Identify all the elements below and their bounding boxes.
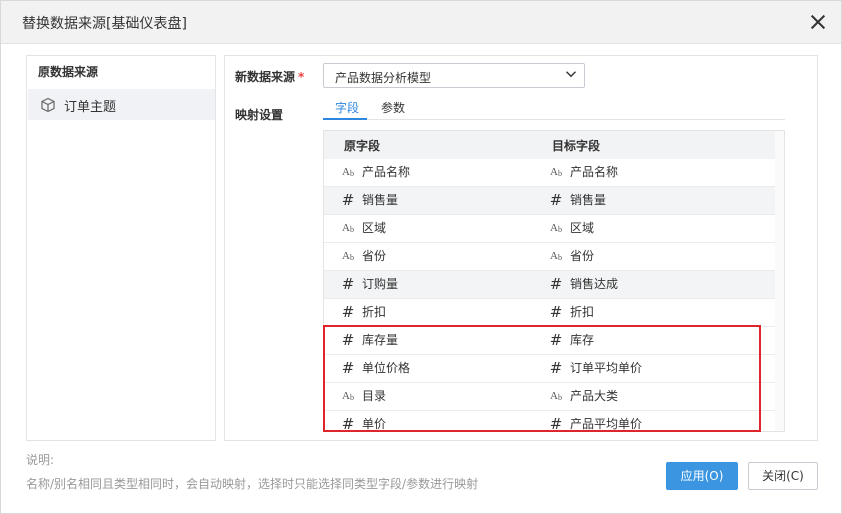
source-field-name: 单位价格 — [362, 361, 411, 375]
replace-datasource-dialog: 替换数据来源[基础仪表盘] 原数据来源 订单主题 新数据来源 * 产品数据分析模型… — [0, 0, 842, 514]
number-type-icon: # — [549, 331, 563, 349]
close-icon[interactable] — [809, 13, 827, 31]
text-type-icon: Ab — [342, 222, 354, 234]
source-field-name: 库存量 — [362, 333, 399, 347]
close-button[interactable]: 关闭(C) — [748, 462, 818, 490]
dialog-titlebar: 替换数据来源[基础仪表盘] — [1, 1, 841, 44]
number-type-icon: # — [549, 303, 563, 321]
source-field-name: 产品名称 — [362, 165, 411, 179]
target-field-name: 区域 — [570, 221, 595, 235]
new-datasource-select[interactable]: 产品数据分析模型 — [323, 63, 585, 88]
active-tab-underline — [323, 118, 367, 120]
source-field-name: 折扣 — [362, 305, 387, 319]
field-mapping-table: 原字段 目标字段 Ab 产品名称 Ab 产品名称 # 销售量 # 销售量 Ab 区域 Ab 区域 Ab 省… — [323, 130, 785, 432]
source-field-name: 目录 — [362, 389, 387, 403]
table-body: Ab 产品名称 Ab 产品名称 # 销售量 # 销售量 Ab 区域 Ab 区域 Ab 省份 Ab 省份 # 订购量… — [324, 159, 776, 432]
table-row[interactable]: Ab 区域 Ab 区域 — [324, 215, 776, 243]
column-target-field: 目标字段 — [552, 139, 601, 153]
tab-parameters[interactable]: 参数 — [381, 99, 405, 116]
target-field-name: 库存 — [570, 333, 595, 347]
column-source-field: 原字段 — [344, 139, 381, 153]
text-type-icon: Ab — [550, 390, 562, 402]
number-type-icon: # — [549, 191, 563, 209]
number-type-icon: # — [549, 415, 563, 432]
cube-icon — [41, 97, 55, 113]
number-type-icon: # — [549, 275, 563, 293]
tab-fields[interactable]: 字段 — [335, 99, 359, 116]
text-type-icon: Ab — [342, 390, 354, 402]
number-type-icon: # — [341, 275, 355, 293]
table-row[interactable]: # 单价 # 产品平均单价 — [324, 411, 776, 432]
original-datasource-panel: 原数据来源 订单主题 — [26, 55, 216, 441]
chevron-down-icon — [566, 71, 576, 78]
number-type-icon: # — [341, 303, 355, 321]
new-datasource-label: 新数据来源 * — [235, 70, 305, 84]
source-field-name: 销售量 — [362, 193, 399, 207]
target-field-name: 产品名称 — [570, 165, 619, 179]
target-field-name: 产品平均单价 — [570, 417, 643, 431]
original-datasource-label: 订单主题 — [64, 100, 117, 115]
source-field-name: 区域 — [362, 221, 387, 235]
table-row[interactable]: Ab 省份 Ab 省份 — [324, 243, 776, 271]
target-field-name: 省份 — [570, 249, 595, 263]
apply-button[interactable]: 应用(O) — [666, 462, 738, 490]
number-type-icon: # — [341, 331, 355, 349]
number-type-icon: # — [341, 415, 355, 432]
source-field-name: 订购量 — [362, 277, 399, 291]
new-datasource-panel: 新数据来源 * 产品数据分析模型 映射设置 字段 参数 原字段 目标字段 Ab 产品… — [224, 55, 818, 441]
note-title: 说明: — [26, 453, 55, 467]
target-field-name: 销售量 — [570, 193, 607, 207]
dialog-title: 替换数据来源[基础仪表盘] — [22, 16, 187, 32]
text-type-icon: Ab — [550, 166, 562, 178]
table-row[interactable]: # 折扣 # 折扣 — [324, 299, 776, 327]
table-header: 原字段 目标字段 — [324, 131, 776, 159]
original-datasource-item[interactable]: 订单主题 — [28, 89, 215, 120]
text-type-icon: Ab — [550, 250, 562, 262]
target-field-name: 折扣 — [570, 305, 595, 319]
original-datasource-header: 原数据来源 — [38, 65, 99, 79]
table-row[interactable]: # 销售量 # 销售量 — [324, 187, 776, 215]
table-row[interactable]: # 库存量 # 库存 — [324, 327, 776, 355]
table-scrollbar[interactable] — [775, 131, 784, 431]
text-type-icon: Ab — [342, 250, 354, 262]
target-field-name: 订单平均单价 — [570, 361, 643, 375]
table-row[interactable]: Ab 目录 Ab 产品大类 — [324, 383, 776, 411]
table-row[interactable]: # 单位价格 # 订单平均单价 — [324, 355, 776, 383]
number-type-icon: # — [341, 191, 355, 209]
mapping-settings-label: 映射设置 — [235, 108, 284, 122]
table-row[interactable]: # 订购量 # 销售达成 — [324, 271, 776, 299]
number-type-icon: # — [341, 359, 355, 377]
target-field-name: 销售达成 — [570, 277, 619, 291]
table-row[interactable]: Ab 产品名称 Ab 产品名称 — [324, 159, 776, 187]
required-mark: * — [298, 70, 305, 84]
note-text: 名称/别名相同且类型相同时，会自动映射，选择时只能选择同类型字段/参数进行映射 — [26, 477, 479, 491]
target-field-name: 产品大类 — [570, 389, 619, 403]
source-field-name: 省份 — [362, 249, 387, 263]
new-datasource-value: 产品数据分析模型 — [335, 71, 432, 85]
source-field-name: 单价 — [362, 417, 387, 431]
text-type-icon: Ab — [342, 166, 354, 178]
number-type-icon: # — [549, 359, 563, 377]
mapping-tabs: 字段 参数 — [323, 94, 785, 120]
text-type-icon: Ab — [550, 222, 562, 234]
